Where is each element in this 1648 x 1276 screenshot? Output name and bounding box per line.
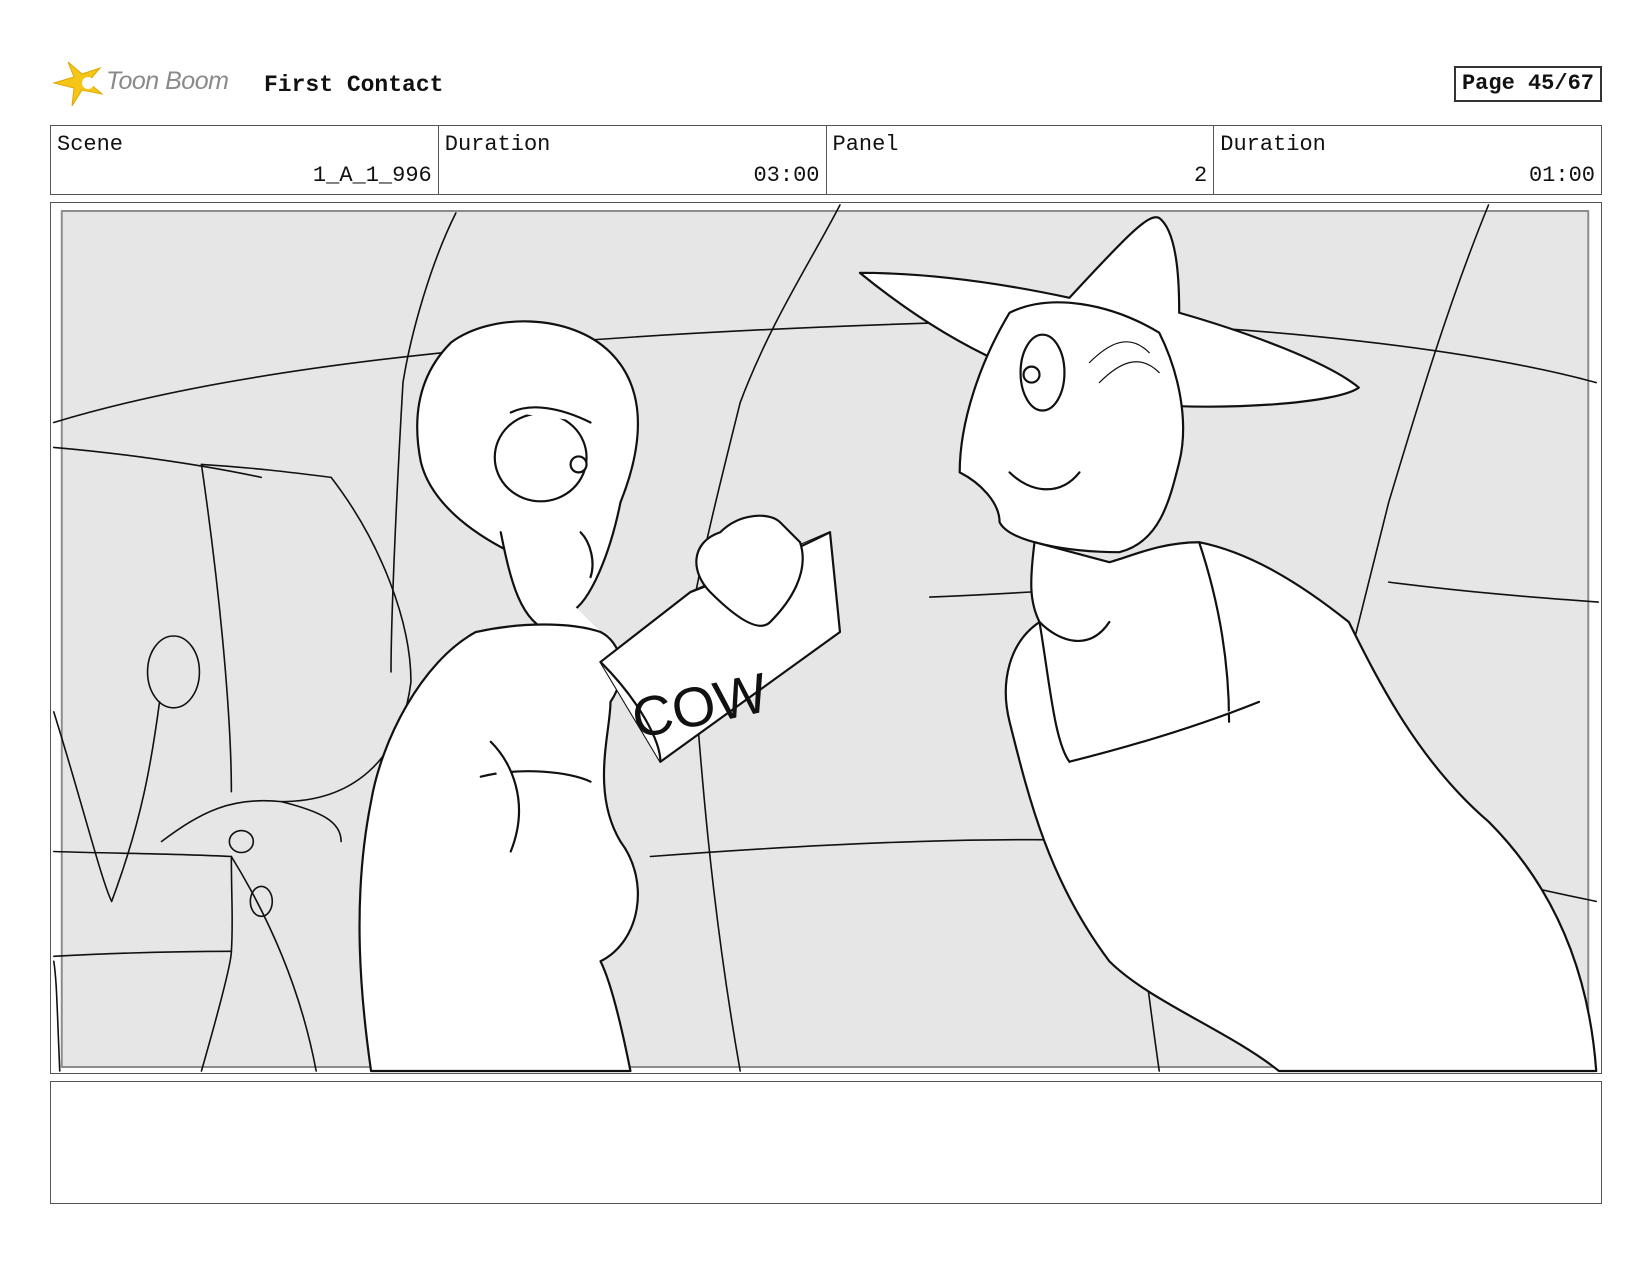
storyboard-header: Toon Boom First Contact Page 45/67 xyxy=(52,58,1602,108)
panel-duration-value: 01:00 xyxy=(1528,163,1595,188)
sketch-drawing: COW xyxy=(51,203,1601,1073)
scene-value: 1_A_1_996 xyxy=(312,163,432,188)
scene-duration-cell: Duration 03:00 xyxy=(439,126,827,194)
storyboard-panel: COW xyxy=(50,202,1602,1074)
page-number: Page 45/67 xyxy=(1453,66,1602,102)
toon-boom-logo: Toon Boom xyxy=(52,58,252,108)
panel-duration-label: Duration xyxy=(1220,132,1326,157)
star-burst-icon xyxy=(52,61,104,107)
panel-value: 2 xyxy=(1194,163,1208,188)
project-title: First Contact xyxy=(264,72,444,98)
panel-duration-cell: Duration 01:00 xyxy=(1214,126,1601,194)
panel-notes xyxy=(50,1081,1602,1204)
scene-label: Scene xyxy=(57,132,124,157)
scene-duration-value: 03:00 xyxy=(753,163,820,188)
panel-label: Panel xyxy=(832,132,899,157)
panel-cell: Panel 2 xyxy=(827,126,1215,194)
scene-cell: Scene 1_A_1_996 xyxy=(51,126,439,194)
logo-text: Toon Boom xyxy=(106,67,229,95)
scene-duration-label: Duration xyxy=(444,132,551,157)
panel-info-table: Scene 1_A_1_996 Duration 03:00 Panel 2 D… xyxy=(50,125,1602,195)
